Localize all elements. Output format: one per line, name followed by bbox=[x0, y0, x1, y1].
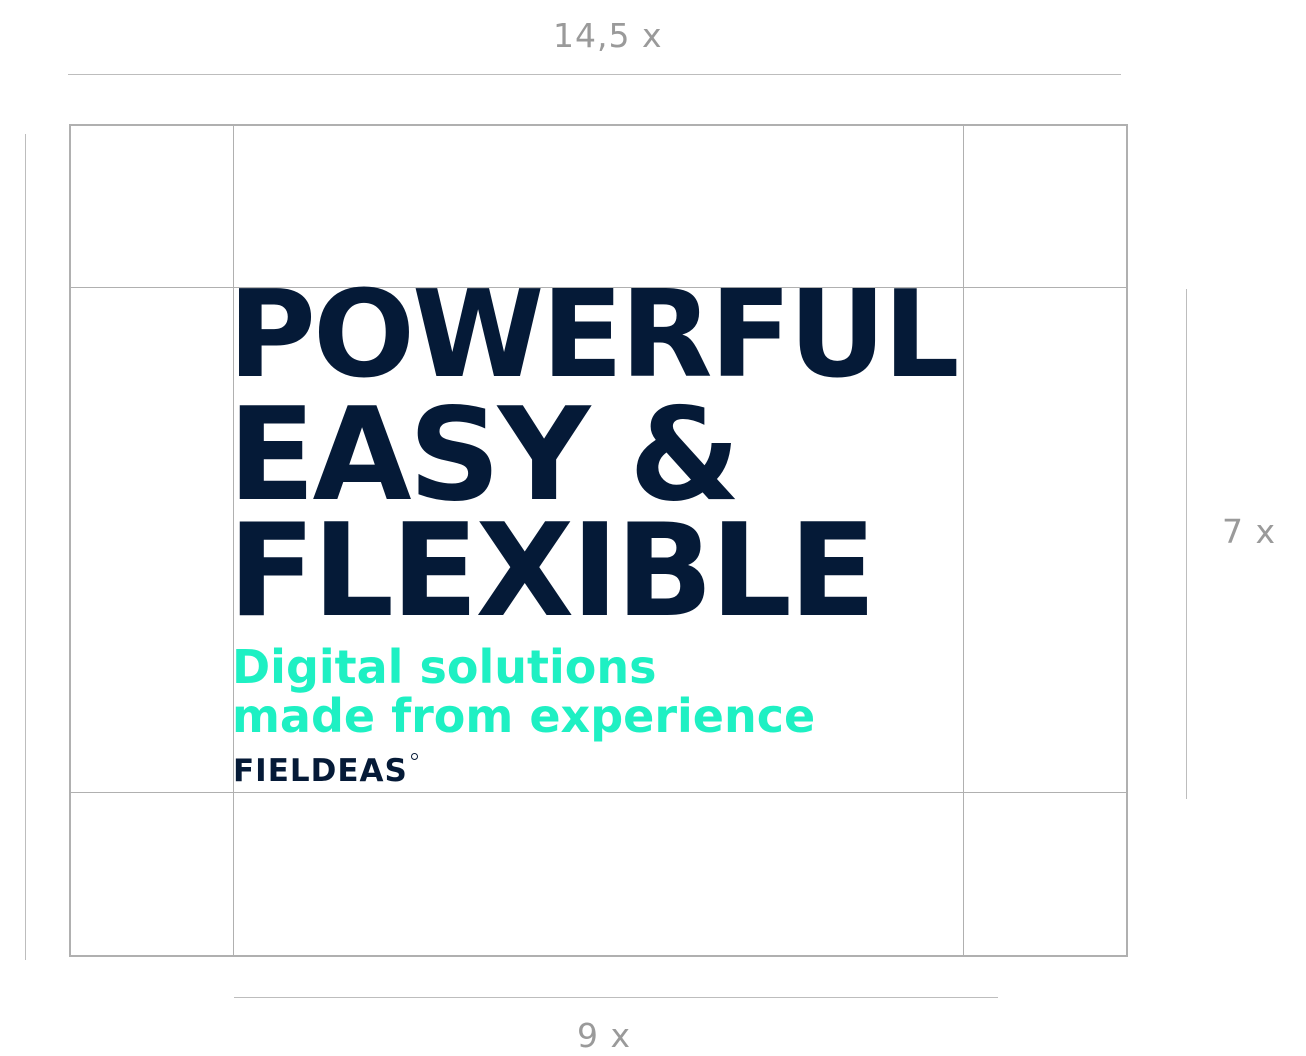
registered-mark-icon bbox=[411, 753, 418, 760]
tagline-line-2: made from experience bbox=[232, 689, 816, 743]
brand-wordmark: FIELDEAS bbox=[233, 753, 408, 789]
grid-outer-bottom bbox=[69, 955, 1128, 957]
height-dimension-label: 7 x bbox=[1222, 512, 1277, 551]
tagline-line-1: Digital solutions bbox=[232, 640, 657, 694]
headline-line-3: FLEXIBLE bbox=[228, 497, 876, 646]
grid-outer-left bbox=[69, 124, 71, 957]
height-dimension-line-right bbox=[1186, 289, 1187, 799]
grid-outer-right bbox=[1126, 124, 1128, 957]
grid-inner-bottom bbox=[69, 792, 1128, 793]
width-dimension-line bbox=[68, 74, 1121, 75]
grid-outer-top bbox=[69, 124, 1128, 126]
width-dimension-label: 14,5 x bbox=[553, 16, 663, 55]
headline-line-1: POWERFUL bbox=[228, 266, 960, 405]
content-width-dimension-label: 9 x bbox=[577, 1016, 632, 1055]
grid-inner-right bbox=[963, 124, 964, 957]
content-width-dimension-line bbox=[234, 997, 998, 998]
height-dimension-line-left bbox=[25, 134, 26, 960]
